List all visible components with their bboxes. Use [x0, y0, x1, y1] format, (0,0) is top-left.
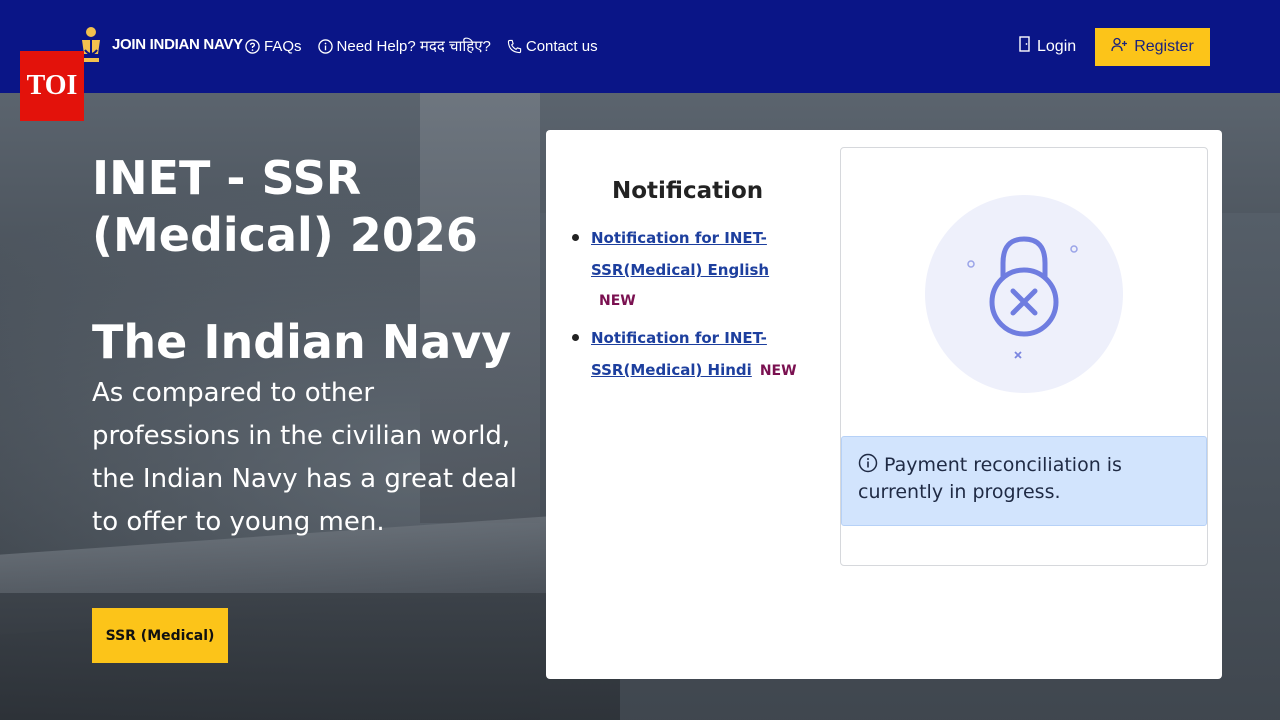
question-circle-icon	[245, 38, 260, 54]
notification-link-english[interactable]: Notification for INET-SSR(Medical) Engli…	[591, 229, 769, 279]
info-circle-icon	[858, 453, 878, 480]
notification-list: Notification for INET-SSR(Medical) Engli…	[572, 222, 822, 392]
notification-heading: Notification	[612, 178, 764, 204]
register-button[interactable]: Register	[1095, 28, 1210, 66]
add-user-icon	[1111, 37, 1128, 57]
list-item: Notification for INET-SSR(Medical) Engli…	[572, 222, 822, 317]
nav-faqs[interactable]: FAQs	[245, 36, 302, 56]
header-nav: FAQs Need Help? मदद चाहिए? Contact us	[245, 36, 598, 56]
login-icon	[1018, 36, 1031, 57]
notification-link-hindi[interactable]: Notification for INET-SSR(Medical) Hindi	[591, 329, 767, 379]
status-card: Payment reconciliation is currently in p…	[840, 147, 1208, 566]
payment-alert: Payment reconciliation is currently in p…	[841, 436, 1207, 526]
register-label: Register	[1134, 38, 1194, 55]
page-title: INET - SSR (Medical) 2026	[92, 151, 478, 262]
nav-faqs-label: FAQs	[264, 37, 302, 55]
hero-subtitle: The Indian Navy	[92, 315, 512, 369]
alert-message: Payment reconciliation is currently in p…	[858, 454, 1122, 503]
locked-error-icon	[967, 236, 1078, 359]
brand-logo[interactable]: JOIN INDIAN NAVY	[76, 22, 243, 66]
toi-watermark-logo: TOI	[20, 51, 84, 121]
new-badge: NEW	[759, 363, 797, 379]
nav-need-help-label: Need Help? मदद चाहिए?	[336, 38, 491, 55]
login-label: Login	[1037, 37, 1077, 55]
list-item: Notification for INET-SSR(Medical) Hindi…	[572, 322, 822, 387]
login-link[interactable]: Login	[1018, 36, 1076, 57]
notification-panel: Notification Notification for INET-SSR(M…	[546, 130, 1222, 679]
new-badge: NEW	[599, 293, 636, 309]
ssr-medical-button[interactable]: SSR (Medical)	[92, 608, 228, 663]
phone-icon	[507, 39, 522, 54]
info-circle-icon	[317, 38, 333, 54]
nav-need-help[interactable]: Need Help? मदद चाहिए?	[317, 36, 491, 56]
top-navigation-bar: JOIN INDIAN NAVY FAQs Need Help? मदद चाह…	[0, 0, 1280, 93]
hero-description: As compared to other professions in the …	[92, 378, 517, 537]
lock-illustration-background	[925, 195, 1123, 393]
brand-name: JOIN INDIAN NAVY	[112, 35, 243, 53]
nav-contact-us[interactable]: Contact us	[507, 36, 598, 56]
nav-contact-us-label: Contact us	[525, 37, 598, 55]
